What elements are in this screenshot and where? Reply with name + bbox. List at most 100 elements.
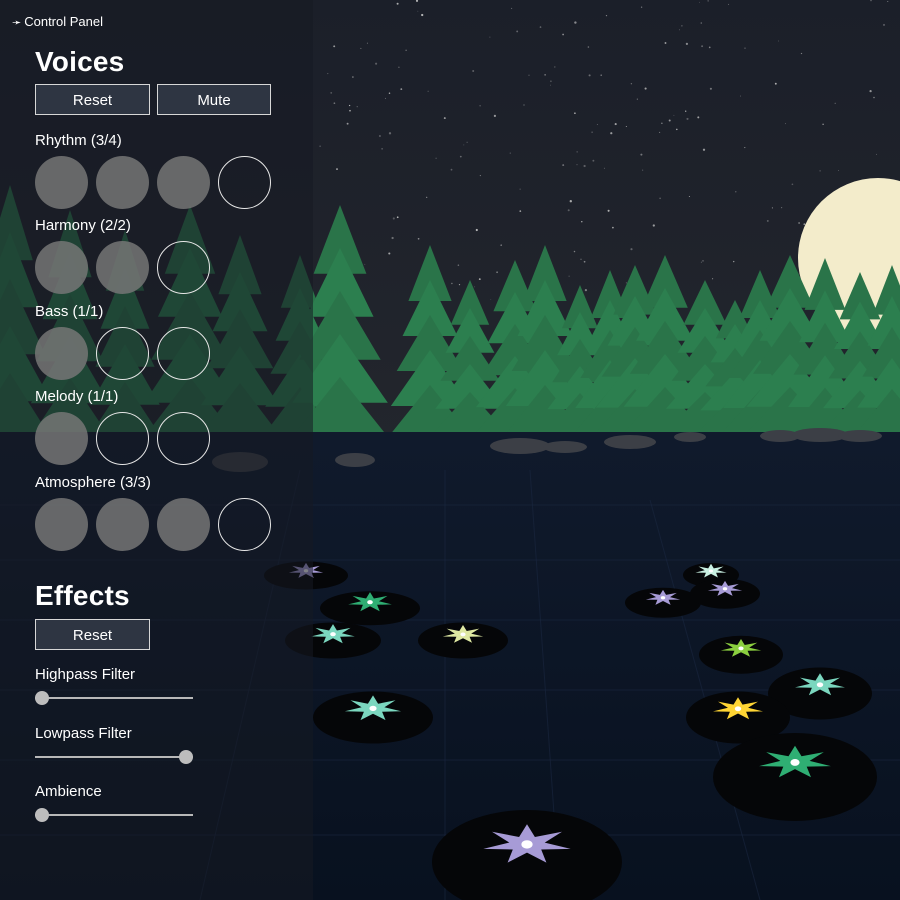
star: [744, 47, 746, 49]
effects-reset-button[interactable]: Reset: [35, 619, 150, 650]
star: [336, 168, 338, 171]
lily-pad: [313, 691, 433, 744]
voice-toggle-circle[interactable]: [96, 327, 149, 380]
voice-toggle-circle[interactable]: [218, 156, 271, 209]
star: [333, 102, 336, 105]
star: [712, 278, 714, 280]
star: [774, 82, 777, 85]
star: [644, 87, 647, 90]
star: [574, 112, 576, 115]
star: [588, 74, 591, 77]
voice-group-label: Bass (1/1): [35, 303, 104, 320]
star: [396, 216, 399, 219]
voice-toggle-circle[interactable]: [96, 498, 149, 551]
star: [519, 210, 522, 212]
arrow-right-icon: ➛: [12, 17, 22, 29]
voice-toggle-circle[interactable]: [157, 327, 210, 380]
star: [398, 66, 400, 68]
lily-flower-center: [790, 758, 800, 766]
star: [668, 119, 671, 122]
star: [688, 195, 690, 198]
star: [500, 244, 502, 246]
lily-flower-center: [738, 646, 744, 651]
control-panel-toggle-label: Control Panel: [24, 14, 103, 29]
voice-toggle-circle[interactable]: [157, 412, 210, 465]
star: [614, 123, 617, 126]
star: [699, 1, 701, 3]
star: [681, 25, 683, 27]
star: [391, 236, 394, 240]
star: [479, 175, 481, 177]
star: [333, 45, 336, 48]
star: [583, 164, 586, 168]
voice-toggle-circle[interactable]: [35, 412, 88, 465]
lily-pad: [320, 591, 420, 626]
lily-flower-center: [722, 587, 728, 591]
effect-slider-thumb[interactable]: [35, 808, 49, 822]
star: [791, 183, 794, 186]
star: [388, 132, 392, 135]
star: [659, 197, 661, 200]
star: [348, 104, 351, 107]
star: [450, 168, 453, 171]
star: [458, 284, 461, 286]
star: [785, 123, 786, 125]
star: [603, 167, 605, 169]
voices-mute-button[interactable]: Mute: [157, 84, 271, 115]
star: [686, 117, 689, 120]
control-panel-toggle[interactable]: ➛ Control Panel: [12, 14, 103, 29]
star: [610, 132, 613, 135]
rock: [838, 430, 882, 442]
effect-slider-track[interactable]: [35, 750, 193, 764]
voice-toggle-circle[interactable]: [157, 498, 210, 551]
star: [405, 49, 407, 51]
voices-reset-button[interactable]: Reset: [35, 84, 150, 115]
voice-toggle-circle[interactable]: [35, 327, 88, 380]
voice-toggle-circle[interactable]: [96, 156, 149, 209]
voice-toggle-circle[interactable]: [35, 156, 88, 209]
lily-pad: [690, 578, 760, 609]
star: [700, 261, 702, 263]
effect-slider-thumb[interactable]: [35, 691, 49, 705]
star: [427, 90, 429, 92]
star: [887, 1, 889, 2]
star: [664, 42, 667, 44]
effect-slider-thumb[interactable]: [179, 750, 193, 764]
effect-slider-label: Lowpass Filter: [35, 725, 132, 742]
voice-toggle-circle[interactable]: [157, 241, 210, 294]
voice-toggle-circle[interactable]: [96, 241, 149, 294]
star: [426, 196, 428, 198]
star: [728, 3, 730, 5]
star: [652, 224, 655, 227]
star: [583, 260, 586, 263]
voice-toggle-circle[interactable]: [218, 498, 271, 551]
star: [640, 6, 643, 8]
star: [509, 152, 511, 154]
star: [435, 157, 437, 159]
star: [876, 153, 877, 155]
star: [591, 131, 593, 133]
star: [587, 46, 590, 48]
voice-group-label: Melody (1/1): [35, 388, 119, 405]
star: [625, 126, 627, 127]
star: [607, 209, 610, 212]
voice-toggle-circle[interactable]: [35, 241, 88, 294]
lily-flower-center: [816, 682, 824, 688]
effects-title: Effects: [35, 580, 130, 611]
star: [642, 169, 644, 171]
star: [489, 36, 491, 38]
star: [478, 278, 481, 281]
star: [600, 74, 602, 76]
star: [562, 164, 565, 167]
effect-slider-label: Ambience: [35, 783, 102, 800]
voice-toggle-circle[interactable]: [35, 498, 88, 551]
voice-toggle-circle[interactable]: [96, 412, 149, 465]
effect-slider-track[interactable]: [35, 808, 193, 822]
star: [539, 26, 542, 28]
lily-pad: [418, 622, 508, 659]
effect-slider-track[interactable]: [35, 691, 193, 705]
lily-pad: [699, 635, 783, 674]
star: [709, 87, 712, 90]
voices-title: Voices: [35, 46, 125, 77]
voice-toggle-circle[interactable]: [157, 156, 210, 209]
